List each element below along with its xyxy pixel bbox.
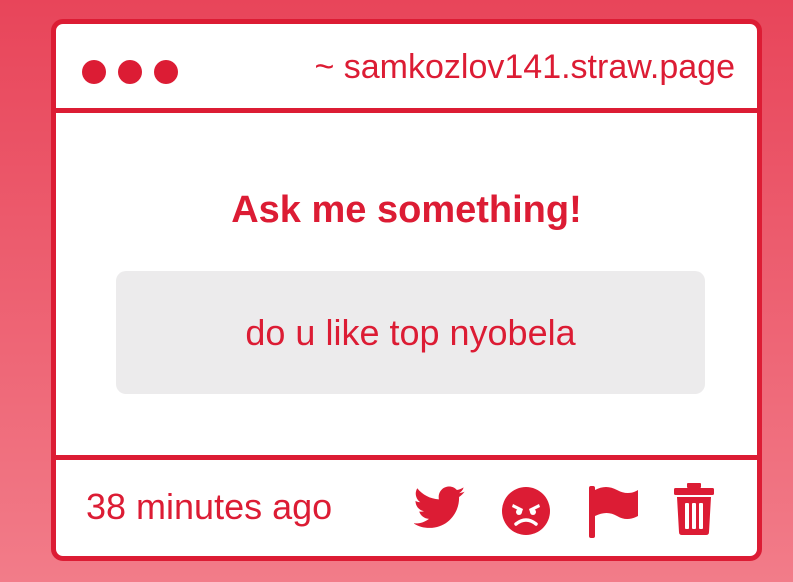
trash-icon[interactable]: [672, 482, 716, 536]
question-text: do u like top nyobela: [245, 311, 576, 353]
page-title: Ask me something!: [231, 189, 582, 231]
flag-icon[interactable]: [586, 484, 640, 540]
page-url[interactable]: ~ samkozlov141.straw.page: [314, 47, 735, 87]
timestamp: 38 minutes ago: [86, 486, 333, 527]
twitter-icon[interactable]: [414, 486, 466, 530]
window-dot: [154, 60, 178, 84]
window-dot: [118, 60, 142, 84]
window-dot: [82, 60, 106, 84]
angry-face-icon[interactable]: [501, 486, 551, 536]
card-footer: 38 minutes ago: [56, 455, 757, 556]
question-box: do u like top nyobela: [116, 271, 705, 394]
window-titlebar: ~ samkozlov141.straw.page: [56, 24, 757, 113]
question-card: ~ samkozlov141.straw.page Ask me somethi…: [51, 19, 762, 561]
